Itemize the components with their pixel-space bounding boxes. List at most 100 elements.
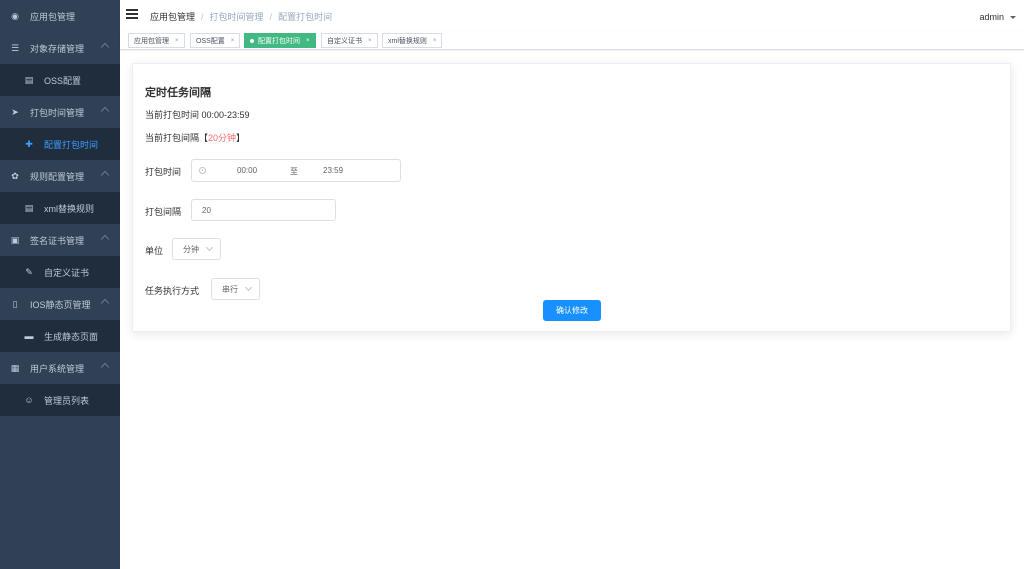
sidebar-item-label: 用户系统管理 <box>30 363 85 374</box>
chevron-up-icon <box>100 298 110 308</box>
time-range-separator: 至 <box>290 167 298 176</box>
sidebar-item-label: 自定义证书 <box>44 267 90 278</box>
sidebar-item-label: OSS配置 <box>44 75 82 86</box>
sidebar-item-custom-certificate[interactable]: ✎ 自定义证书 <box>0 256 120 288</box>
time-label: 打包时间 <box>145 167 182 177</box>
settings-card: 定时任务间隔 当前打包时间 00:00-23:59 当前打包间隔【20分钟】 打… <box>132 63 1011 332</box>
chat-icon: ▬ <box>24 331 34 341</box>
user-menu[interactable]: admin <box>979 12 1016 22</box>
sidebar-item-label: xml替换规则 <box>44 203 94 214</box>
close-icon[interactable]: × <box>175 38 179 44</box>
unit-select[interactable]: 分钟 <box>172 238 221 260</box>
list-icon: ☰ <box>10 42 20 53</box>
tag-xml-rules[interactable]: xml替换规则 × <box>382 33 443 48</box>
breadcrumb-separator: / <box>201 11 204 22</box>
sidebar-item-config-package-time[interactable]: ✚ 配置打包时间 <box>0 128 120 160</box>
close-icon[interactable]: × <box>433 38 437 44</box>
sidebar-item-label: 打包时间管理 <box>30 107 85 118</box>
plus-icon: ✚ <box>25 138 33 149</box>
sidebar-item-oss-config[interactable]: ▤ OSS配置 <box>0 64 120 96</box>
sidebar-item-label: 签名证书管理 <box>30 235 85 246</box>
tag-config-package-time[interactable]: 配置打包时间 × <box>244 33 316 48</box>
time-start[interactable]: 00:00 <box>237 166 257 175</box>
breadcrumb-item: 打包时间管理 <box>209 12 264 22</box>
chevron-up-icon <box>100 170 110 180</box>
sidebar-item-ios-static[interactable]: ▯ IOS静态页管理 <box>0 288 120 320</box>
interval-suffix: 】 <box>236 133 246 143</box>
breadcrumb-item[interactable]: 应用包管理 <box>150 10 195 23</box>
interval-prefix: 当前打包间隔【 <box>145 133 209 143</box>
chevron-up-icon <box>100 362 110 372</box>
tag-app-package[interactable]: 应用包管理 × <box>128 33 185 48</box>
mode-select-value: 串行 <box>222 284 238 294</box>
tag-oss-config[interactable]: OSS配置 × <box>190 33 241 48</box>
caret-down-icon <box>1010 15 1016 19</box>
close-icon[interactable]: × <box>368 38 372 44</box>
sidebar-item-admin-list[interactable]: ☺ 管理员列表 <box>0 384 120 416</box>
tag-label: 应用包管理 <box>134 37 169 45</box>
tag-label: OSS配置 <box>196 37 225 45</box>
tag-custom-certificate[interactable]: 自定义证书 × <box>321 33 378 48</box>
mode-label: 任务执行方式 <box>145 286 200 296</box>
sidebar-item-object-storage[interactable]: ☰ 对象存储管理 <box>0 32 120 64</box>
sidebar-item-xml-rules[interactable]: ▤ xml替换规则 <box>0 192 120 224</box>
confirm-button[interactable]: 确认修改 <box>543 300 601 321</box>
user-icon: ☺ <box>24 395 34 405</box>
sidebar-item-package-time[interactable]: ➤ 打包时间管理 <box>0 96 120 128</box>
unit-label: 单位 <box>145 246 164 256</box>
dashboard-icon: ◉ <box>11 10 19 21</box>
breadcrumb-item: 配置打包时间 <box>278 12 333 22</box>
sidebar-item-label: 管理员列表 <box>44 395 90 406</box>
sidebar-item-generate-static[interactable]: ▬ 生成静态页面 <box>0 320 120 352</box>
gear-icon: ✿ <box>11 170 19 181</box>
username: admin <box>979 12 1004 22</box>
active-dot-icon <box>250 38 254 43</box>
edit-icon: ✎ <box>25 266 33 277</box>
chevron-up-icon <box>100 42 110 52</box>
current-interval-text: 当前打包间隔【20分钟】 <box>145 131 245 144</box>
interval-highlight: 20分钟 <box>208 133 237 143</box>
card-title: 定时任务间隔 <box>145 87 211 99</box>
close-icon[interactable]: × <box>306 38 310 44</box>
certificate-icon: ▣ <box>10 234 20 245</box>
mode-select[interactable]: 串行 <box>211 278 260 300</box>
sidebar-item-label: 生成静态页面 <box>44 331 99 342</box>
interval-input-value: 20 <box>202 205 211 215</box>
send-icon: ➤ <box>11 106 19 117</box>
sidebar-item-app-package[interactable]: ◉ 应用包管理 <box>0 0 120 32</box>
sidebar-item-certificates[interactable]: ▣ 签名证书管理 <box>0 224 120 256</box>
unit-select-value: 分钟 <box>183 244 199 254</box>
sidebar-item-label: IOS静态页管理 <box>30 299 91 310</box>
clock-icon <box>199 167 206 174</box>
tag-label: 配置打包时间 <box>258 37 300 45</box>
navbar: 应用包管理 / 打包时间管理 / 配置打包时间 admin <box>120 0 1024 32</box>
main-content: 定时任务间隔 当前打包时间 00:00-23:59 当前打包间隔【20分钟】 打… <box>120 51 1024 569</box>
chevron-up-icon <box>100 106 110 116</box>
sidebar-item-label: 对象存储管理 <box>30 43 85 54</box>
sidebar-item-label: 规则配置管理 <box>30 171 85 182</box>
interval-input[interactable]: 20 <box>191 199 336 221</box>
page-icon: ▯ <box>12 298 18 309</box>
sidebar-item-label: 配置打包时间 <box>44 139 99 150</box>
hamburger-icon[interactable] <box>126 9 138 19</box>
breadcrumb-separator: / <box>269 11 273 22</box>
time-end[interactable]: 23:59 <box>323 166 343 175</box>
close-icon[interactable]: × <box>231 38 235 44</box>
document-icon: ▤ <box>24 202 34 213</box>
chevron-up-icon <box>100 234 110 244</box>
current-time-text: 当前打包时间 00:00-23:59 <box>145 110 250 120</box>
document-icon: ▤ <box>24 74 34 85</box>
chevron-down-icon <box>205 243 214 252</box>
tags-view: 应用包管理 × OSS配置 × 配置打包时间 × 自定义证书 × xml替换规则… <box>120 32 1024 50</box>
sidebar-item-label: 应用包管理 <box>30 11 76 22</box>
grid-icon: ▦ <box>10 362 20 373</box>
sidebar: ◉ 应用包管理 ☰ 对象存储管理 ▤ OSS配置 ➤ 打包时间管理 ✚ 配置打包… <box>0 0 120 569</box>
tag-label: xml替换规则 <box>388 37 427 45</box>
sidebar-item-user-system[interactable]: ▦ 用户系统管理 <box>0 352 120 384</box>
breadcrumb: 应用包管理 / 打包时间管理 / 配置打包时间 <box>150 10 332 23</box>
time-range-picker[interactable]: 00:00 至 23:59 <box>191 159 401 182</box>
chevron-down-icon <box>244 283 253 292</box>
sidebar-item-rule-config[interactable]: ✿ 规则配置管理 <box>0 160 120 192</box>
tag-label: 自定义证书 <box>327 37 362 45</box>
interval-label: 打包间隔 <box>145 207 182 217</box>
